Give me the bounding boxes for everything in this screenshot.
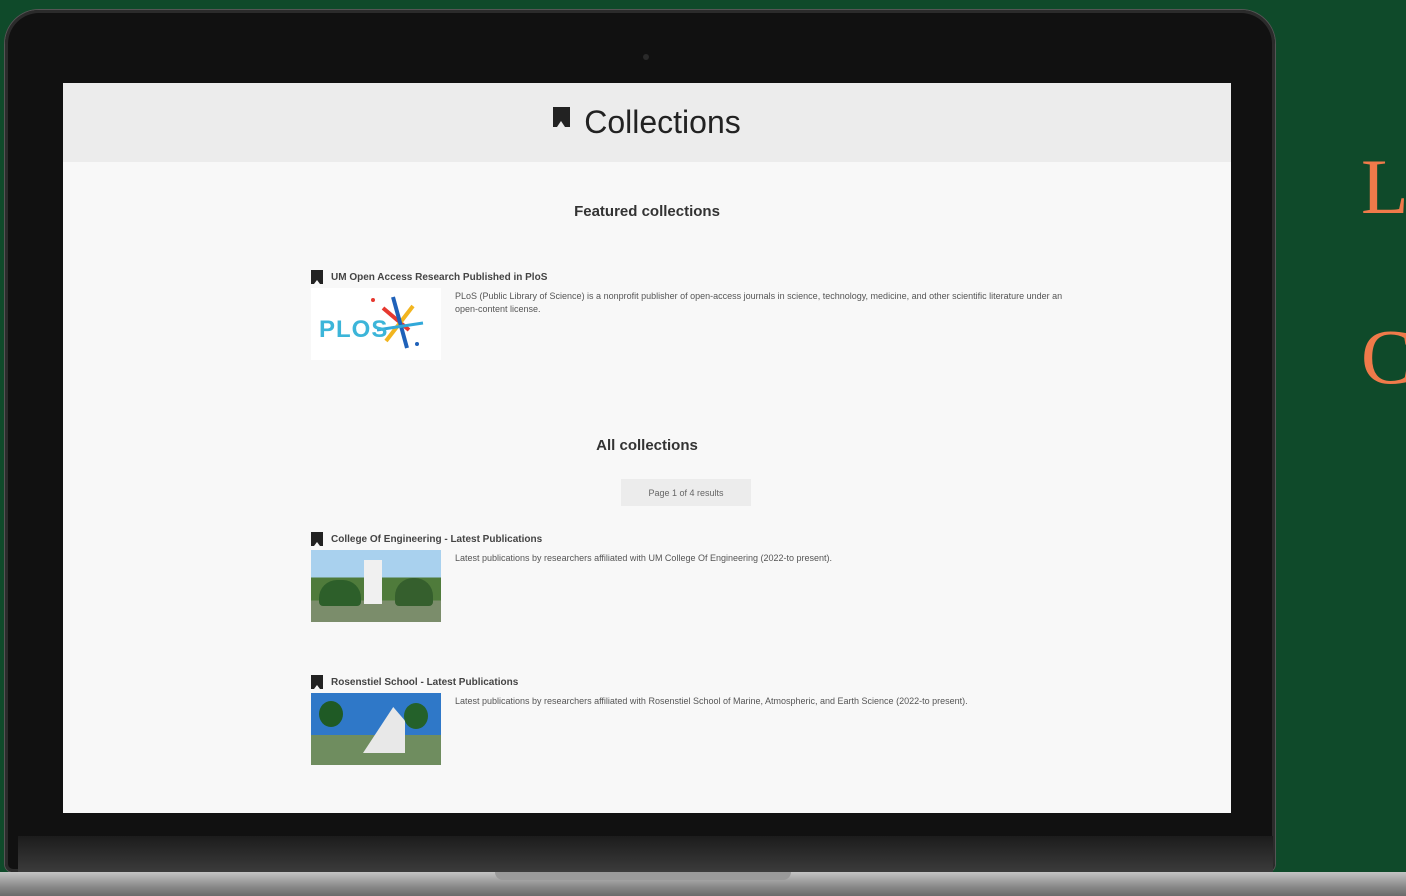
collection-description: PLoS (Public Library of Science) is a no…	[455, 291, 1063, 315]
collection-title[interactable]: Rosenstiel School - Latest Publications	[331, 677, 518, 688]
collection-body: PLOS PLoS (Public Library of Science) is…	[311, 288, 1071, 360]
bookmark-icon	[311, 675, 323, 689]
page-title: Collections	[584, 104, 741, 140]
collection-description: Latest publications by researchers affil…	[455, 553, 833, 563]
bookmark-icon	[311, 532, 323, 546]
collection-title-row: Rosenstiel School - Latest Publications	[311, 675, 1071, 689]
palm-tree-shape	[319, 701, 343, 727]
collection-title-row: College Of Engineering - Latest Publicat…	[311, 532, 1071, 546]
pagination-status: Page 1 of 4 results	[621, 479, 751, 506]
building-shape	[364, 560, 382, 604]
collection-description: Latest publications by researchers affil…	[455, 696, 968, 706]
collection-item-engineering[interactable]: College Of Engineering - Latest Publicat…	[311, 532, 1071, 622]
collection-title[interactable]: College Of Engineering - Latest Publicat…	[331, 534, 542, 545]
palm-tree-shape	[404, 703, 428, 729]
building-shape	[363, 707, 405, 753]
collection-body: Latest publications by researchers affil…	[311, 693, 1071, 765]
laptop-frame: Collections Featured collections UM Open…	[5, 10, 1275, 872]
laptop-notch	[495, 872, 791, 880]
all-collections-heading: All collections	[596, 437, 698, 454]
plos-thumbnail[interactable]: PLOS	[311, 288, 441, 360]
tree-shape	[319, 580, 361, 606]
collection-title[interactable]: UM Open Access Research Published in Plo…	[331, 272, 547, 283]
page-header: Collections	[63, 83, 1231, 162]
bookmark-icon	[553, 106, 571, 127]
bookmark-icon	[311, 270, 323, 284]
collection-body: Latest publications by researchers affil…	[311, 550, 1071, 622]
engineering-thumbnail[interactable]	[311, 550, 441, 622]
app-screen: Collections Featured collections UM Open…	[63, 83, 1231, 813]
side-letter-l: L	[1361, 143, 1406, 230]
camera-dot	[643, 54, 649, 60]
featured-collection[interactable]: UM Open Access Research Published in Plo…	[311, 270, 1071, 360]
collection-item-rosenstiel[interactable]: Rosenstiel School - Latest Publications …	[311, 675, 1071, 765]
tree-shape	[395, 578, 433, 606]
laptop-chin	[18, 836, 1273, 872]
collection-title-row: UM Open Access Research Published in Plo…	[311, 270, 1071, 284]
plos-logo-text: PLOS	[319, 316, 389, 343]
side-letter-c: C	[1361, 313, 1406, 400]
featured-heading: Featured collections	[574, 203, 720, 220]
rosenstiel-thumbnail[interactable]	[311, 693, 441, 765]
